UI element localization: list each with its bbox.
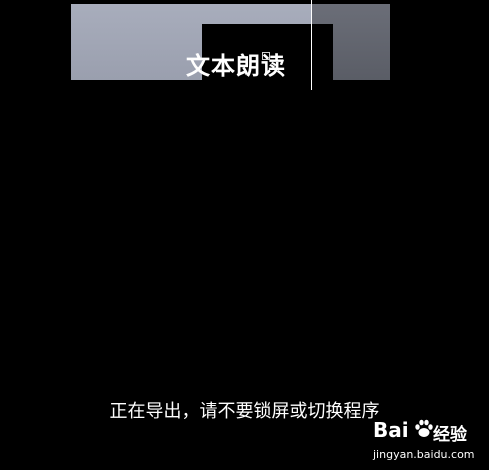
preview-title-text: 文本朗读 bbox=[186, 52, 286, 80]
video-preview: 文本朗读 bbox=[71, 4, 390, 80]
watermark-text: 经验 bbox=[433, 425, 467, 445]
baidu-jingyan-watermark: Bai 经验 jingyan.baidu.com bbox=[373, 418, 475, 464]
paw-icon bbox=[415, 419, 433, 437]
text-cursor-box bbox=[262, 52, 270, 60]
watermark-url: jingyan.baidu.com bbox=[373, 448, 475, 461]
timeline-playhead bbox=[311, 0, 312, 90]
watermark-brand: Bai bbox=[373, 418, 409, 442]
